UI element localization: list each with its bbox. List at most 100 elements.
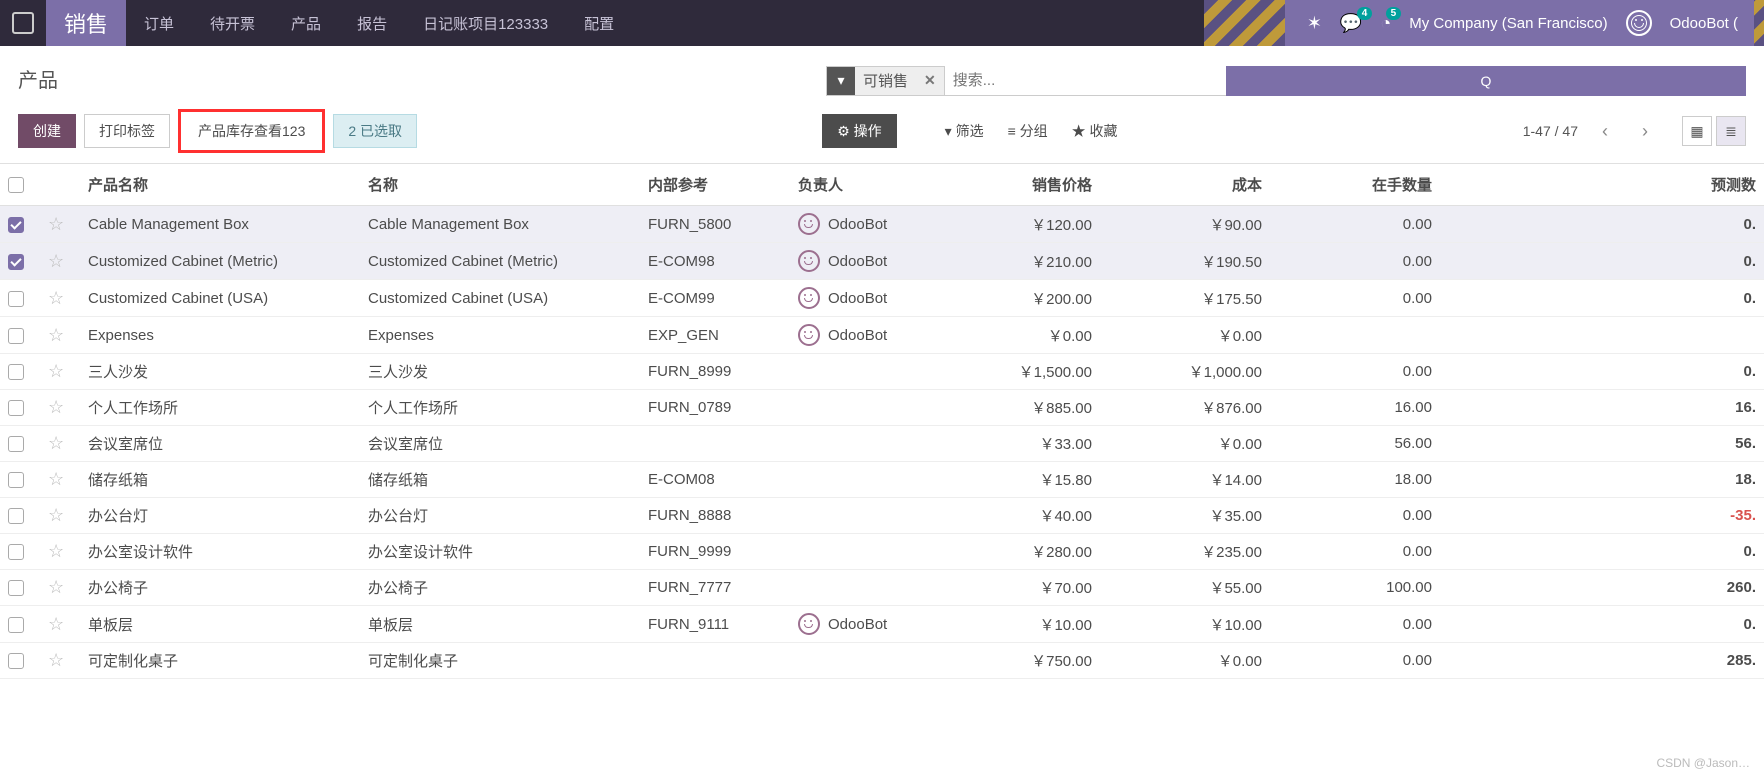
groupby-dropdown[interactable]: ≡ 分组 — [1008, 121, 1048, 141]
row-checkbox[interactable] — [8, 364, 24, 380]
avatar-icon — [798, 250, 820, 272]
menu-item-0[interactable]: 订单 — [126, 0, 192, 46]
cell-product-name: 个人工作场所 — [80, 390, 360, 426]
star-icon[interactable]: ☆ — [48, 397, 64, 417]
row-checkbox[interactable] — [8, 544, 24, 560]
cell-product-name: 会议室席位 — [80, 426, 360, 462]
menu-item-5[interactable]: 配置 — [566, 0, 632, 46]
menu-item-1[interactable]: 待开票 — [192, 0, 273, 46]
star-icon[interactable]: ☆ — [48, 214, 64, 234]
star-icon[interactable]: ☆ — [48, 469, 64, 489]
row-checkbox[interactable] — [8, 436, 24, 452]
pager-range[interactable]: 1-47 / 47 — [1523, 123, 1578, 139]
cell-cost: ￥10.00 — [1100, 606, 1270, 643]
col-name[interactable]: 名称 — [360, 164, 640, 206]
cell-responsible — [790, 643, 960, 679]
filters-dropdown[interactable]: ▾ 筛选 — [945, 121, 984, 141]
cell-price: ￥885.00 — [960, 390, 1100, 426]
pager-next-button[interactable]: › — [1632, 118, 1658, 144]
cell-ref — [640, 426, 790, 462]
actions-button[interactable]: ⚙ 操作 — [822, 114, 896, 148]
table-header-row: 产品名称 名称 内部参考 负责人 销售价格 成本 在手数量 预测数 — [0, 164, 1764, 206]
star-icon[interactable]: ☆ — [48, 505, 64, 525]
company-selector[interactable]: My Company (San Francisco) — [1409, 15, 1607, 32]
cell-product-name: Cable Management Box — [80, 206, 360, 243]
user-name[interactable]: OdooBot ( — [1670, 15, 1738, 32]
col-sale-price[interactable]: 销售价格 — [960, 164, 1100, 206]
cell-responsible — [790, 570, 960, 606]
star-icon[interactable]: ☆ — [48, 577, 64, 597]
facet-remove-button[interactable]: ✕ — [916, 72, 944, 89]
responsible-name: OdooBot — [828, 616, 887, 633]
cell-responsible — [790, 390, 960, 426]
print-labels-button[interactable]: 打印标签 — [84, 114, 170, 148]
table-row[interactable]: ☆ Cable Management Box Cable Management … — [0, 206, 1764, 243]
table-row[interactable]: ☆ 办公椅子 办公椅子 FURN_7777 ￥70.00 ￥55.00 100.… — [0, 570, 1764, 606]
star-icon[interactable]: ☆ — [48, 650, 64, 670]
row-checkbox[interactable] — [8, 254, 24, 270]
star-icon[interactable]: ☆ — [48, 614, 64, 634]
table-row[interactable]: ☆ 会议室席位 会议室席位 ￥33.00 ￥0.00 56.00 56. — [0, 426, 1764, 462]
cell-cost: ￥1,000.00 — [1100, 354, 1270, 390]
star-icon[interactable]: ☆ — [48, 433, 64, 453]
menu-item-3[interactable]: 报告 — [339, 0, 405, 46]
row-checkbox[interactable] — [8, 580, 24, 596]
row-checkbox[interactable] — [8, 508, 24, 524]
col-forecast[interactable]: 预测数 — [1440, 164, 1764, 206]
search-button[interactable]: Q — [1226, 66, 1746, 96]
row-checkbox[interactable] — [8, 400, 24, 416]
user-avatar[interactable] — [1626, 10, 1652, 36]
col-cost[interactable]: 成本 — [1100, 164, 1270, 206]
table-row[interactable]: ☆ Customized Cabinet (USA) Customized Ca… — [0, 280, 1764, 317]
cell-forecast: 0. — [1440, 354, 1764, 390]
table-row[interactable]: ☆ 单板层 单板层 FURN_9111 OdooBot ￥10.00 ￥10.0… — [0, 606, 1764, 643]
star-icon[interactable]: ☆ — [48, 288, 64, 308]
bug-icon[interactable]: ✶ — [1307, 13, 1322, 34]
cell-ref: E-COM99 — [640, 280, 790, 317]
table-row[interactable]: ☆ Expenses Expenses EXP_GEN OdooBot ￥0.0… — [0, 317, 1764, 354]
table-row[interactable]: ☆ 办公室设计软件 办公室设计软件 FURN_9999 ￥280.00 ￥235… — [0, 534, 1764, 570]
gear-icon: ⚙ — [837, 123, 850, 140]
cell-ref: FURN_7777 — [640, 570, 790, 606]
row-checkbox[interactable] — [8, 291, 24, 307]
star-icon[interactable]: ☆ — [48, 361, 64, 381]
kanban-view-button[interactable]: ▦ — [1682, 116, 1712, 146]
list-view-button[interactable]: ≣ — [1716, 116, 1746, 146]
cell-responsible — [790, 426, 960, 462]
table-row[interactable]: ☆ 三人沙发 三人沙发 FURN_8999 ￥1,500.00 ￥1,000.0… — [0, 354, 1764, 390]
row-checkbox[interactable] — [8, 617, 24, 633]
table-row[interactable]: ☆ 可定制化桌子 可定制化桌子 ￥750.00 ￥0.00 0.00 285. — [0, 643, 1764, 679]
app-title[interactable]: 销售 — [46, 0, 126, 46]
col-product-name[interactable]: 产品名称 — [80, 164, 360, 206]
create-button[interactable]: 创建 — [18, 114, 76, 148]
table-row[interactable]: ☆ 办公台灯 办公台灯 FURN_8888 ￥40.00 ￥35.00 0.00… — [0, 498, 1764, 534]
favorites-dropdown[interactable]: ★ 收藏 — [1072, 121, 1118, 141]
menu-item-4[interactable]: 日记账项目123333 — [405, 0, 566, 46]
product-stock-view-button[interactable]: 产品库存查看123 — [183, 114, 320, 148]
menu-item-2[interactable]: 产品 — [273, 0, 339, 46]
row-checkbox[interactable] — [8, 472, 24, 488]
table-row[interactable]: ☆ 个人工作场所 个人工作场所 FURN_0789 ￥885.00 ￥876.0… — [0, 390, 1764, 426]
cell-name: 会议室席位 — [360, 426, 640, 462]
activities-button[interactable]: ◔ 5 — [1380, 13, 1391, 34]
row-checkbox[interactable] — [8, 217, 24, 233]
row-checkbox[interactable] — [8, 328, 24, 344]
apps-home-button[interactable] — [0, 0, 46, 46]
select-all-checkbox[interactable] — [8, 177, 24, 193]
selected-count-button[interactable]: 2 已选取 — [333, 114, 417, 148]
table-row[interactable]: ☆ 储存纸箱 储存纸箱 E-COM08 ￥15.80 ￥14.00 18.00 … — [0, 462, 1764, 498]
col-on-hand[interactable]: 在手数量 — [1270, 164, 1440, 206]
col-internal-ref[interactable]: 内部参考 — [640, 164, 790, 206]
cell-forecast: 0. — [1440, 206, 1764, 243]
star-icon[interactable]: ☆ — [48, 541, 64, 561]
star-icon[interactable]: ☆ — [48, 251, 64, 271]
row-checkbox[interactable] — [8, 653, 24, 669]
pager-prev-button[interactable]: ‹ — [1592, 118, 1618, 144]
search-input[interactable] — [945, 66, 1226, 96]
cell-cost: ￥90.00 — [1100, 206, 1270, 243]
star-icon[interactable]: ☆ — [48, 325, 64, 345]
messages-button[interactable]: 💬 4 — [1340, 13, 1362, 34]
col-responsible[interactable]: 负责人 — [790, 164, 960, 206]
cell-ref — [640, 643, 790, 679]
table-row[interactable]: ☆ Customized Cabinet (Metric) Customized… — [0, 243, 1764, 280]
